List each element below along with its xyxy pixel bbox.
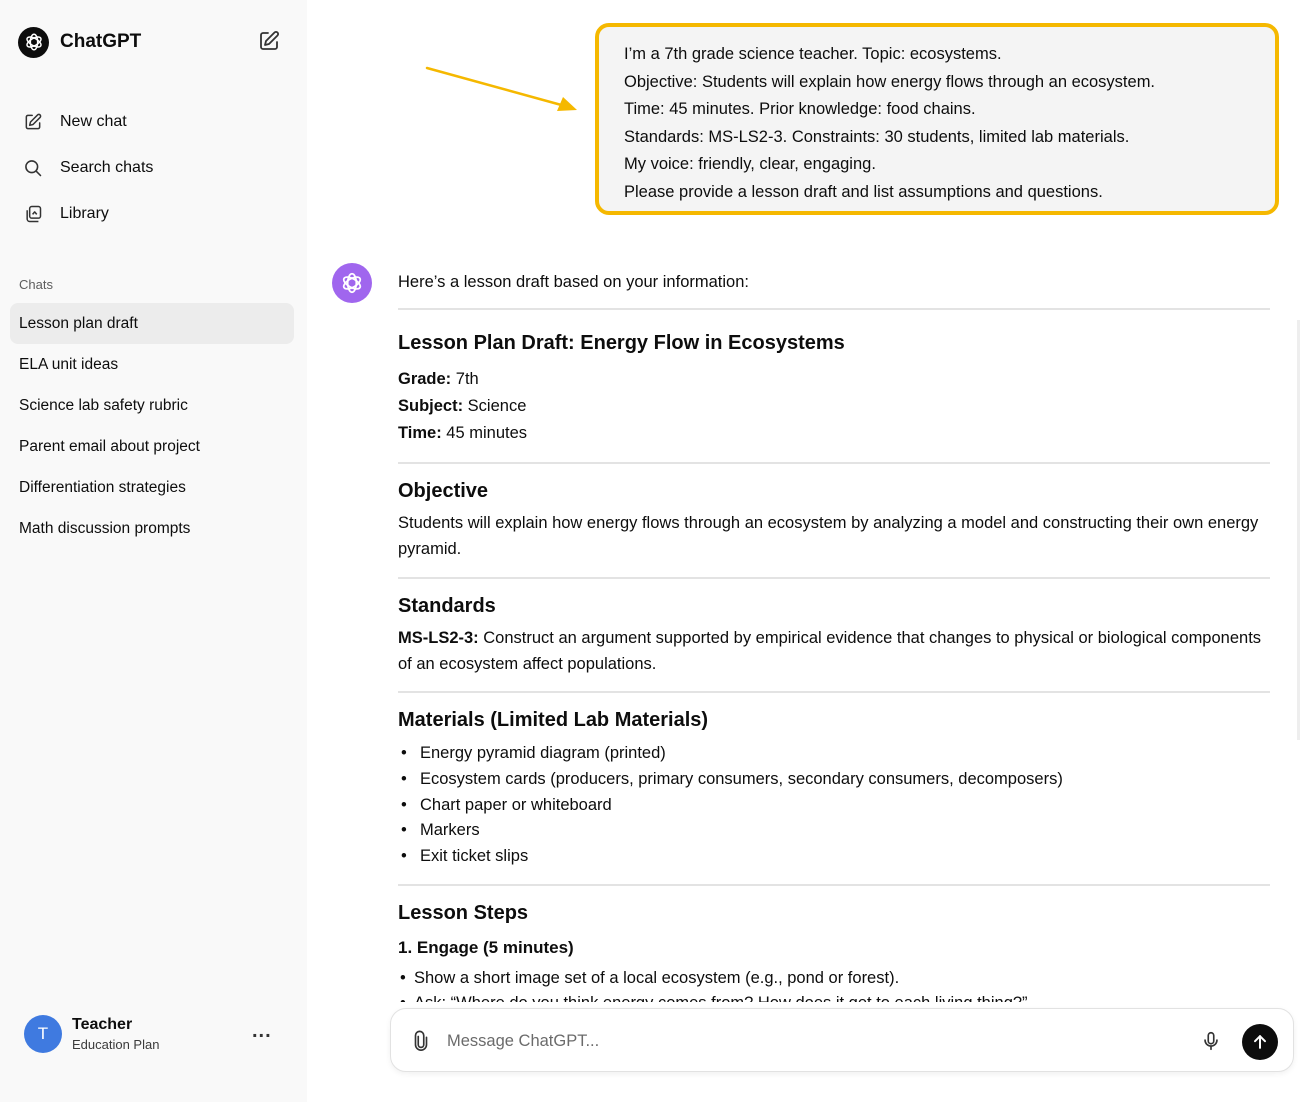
search-icon	[22, 157, 44, 179]
search-chats-label: Search chats	[60, 159, 154, 176]
field-label: Subject:	[398, 397, 464, 415]
objective-heading: Objective	[398, 480, 489, 502]
standards-text: MS-LS2-3: Construct an argument supporte…	[398, 625, 1270, 677]
user-message-line: Please provide a lesson draft and list a…	[624, 182, 1103, 201]
lesson-field: Time: 45 minutes	[398, 420, 1270, 447]
standard-description: Construct an argument supported by empir…	[398, 629, 1262, 673]
library-icon	[22, 203, 44, 225]
divider	[398, 691, 1270, 693]
library-label: Library	[60, 205, 109, 222]
field-label: Time:	[398, 424, 442, 442]
materials-heading: Materials (Limited Lab Materials)	[398, 709, 709, 731]
list-item: Ecosystem cards (producers, primary cons…	[398, 767, 1270, 793]
microphone-icon[interactable]	[1199, 1029, 1223, 1053]
message-input[interactable]	[447, 1023, 1167, 1059]
divider	[398, 308, 1270, 310]
field-value: Science	[463, 397, 527, 415]
openai-logo-icon	[18, 26, 49, 58]
brand[interactable]: ChatGPT	[18, 26, 141, 58]
chat-item-science-lab-safety-rubric[interactable]: Science lab safety rubric	[10, 385, 294, 426]
user-message-line: My voice: friendly, clear, engaging.	[624, 155, 876, 174]
user-message-line: I’m a 7th grade science teacher. Topic: …	[624, 45, 1002, 63]
more-options-icon[interactable]: ...	[252, 1020, 272, 1043]
sidebar-nav: New chat Search chats Library	[10, 100, 294, 238]
chat-item-differentiation-strategies[interactable]: Differentiation strategies	[10, 467, 294, 508]
search-chats-button[interactable]: Search chats	[10, 146, 294, 190]
message-composer	[390, 1008, 1294, 1072]
lesson-fields: Grade: 7th Subject: Science Time: 45 min…	[398, 366, 1270, 447]
chat-item-parent-email[interactable]: Parent email about project	[10, 426, 294, 467]
user-name: Teacher	[72, 1016, 133, 1033]
engage-steps-list: Show a short image set of a local ecosys…	[398, 966, 1270, 1002]
chat-history-list: Lesson plan draft ELA unit ideas Science…	[10, 303, 294, 549]
chat-item-lesson-plan-draft[interactable]: Lesson plan draft	[10, 303, 294, 344]
highlight-arrow	[425, 66, 577, 111]
objective-text: Students will explain how energy flows t…	[398, 514, 1259, 558]
user-plan: Education Plan	[72, 1037, 160, 1052]
user-info: Teacher Education Plan	[72, 1016, 159, 1052]
new-chat-button[interactable]: New chat	[10, 100, 294, 144]
materials-list: Energy pyramid diagram (printed) Ecosyst…	[398, 741, 1270, 870]
list-item: Markers	[398, 818, 1270, 844]
standards-heading: Standards	[398, 595, 496, 617]
library-button[interactable]: Library	[10, 192, 294, 236]
avatar: T	[24, 1015, 62, 1053]
new-chat-icon	[22, 111, 44, 133]
chat-main: I’m a 7th grade science teacher. Topic: …	[307, 0, 1300, 1102]
paperclip-icon[interactable]	[409, 1029, 433, 1053]
assistant-message: Here’s a lesson draft based on your info…	[398, 268, 1270, 1002]
user-message-line: Time: 45 minutes. Prior knowledge: food …	[624, 100, 976, 119]
divider	[398, 462, 1270, 464]
arrow-up-icon	[1254, 1035, 1266, 1049]
chat-item-ela-unit-ideas[interactable]: ELA unit ideas	[10, 344, 294, 385]
divider	[398, 883, 1270, 886]
list-item: Energy pyramid diagram (printed)	[398, 741, 1270, 767]
new-chat-label: New chat	[60, 113, 127, 130]
lesson-field: Subject: Science	[398, 393, 1270, 420]
user-message-line: Objective: Students will explain how ene…	[624, 72, 1156, 91]
user-message-line: Standards: MS-LS2-3. Constraints: 30 stu…	[624, 127, 1130, 146]
list-item: Chart paper or whiteboard	[398, 793, 1270, 819]
sidebar: ChatGPT New chat Search chats Library Ch…	[0, 0, 307, 1102]
lesson-field: Grade: 7th	[398, 366, 1270, 393]
list-item: Ask: “Where do you think energy comes fr…	[398, 991, 1270, 1002]
lesson-steps-heading: Lesson Steps	[398, 901, 529, 924]
field-value: 7th	[451, 370, 479, 388]
assistant-intro: Here’s a lesson draft based on your info…	[398, 273, 749, 291]
compose-icon[interactable]	[256, 28, 282, 54]
field-label: Grade:	[398, 370, 452, 388]
assistant-avatar-icon	[332, 263, 372, 303]
field-value: 45 minutes	[441, 424, 528, 442]
chat-item-math-discussion-prompts[interactable]: Math discussion prompts	[10, 508, 294, 549]
chats-heading: Chats	[19, 277, 53, 292]
standard-code: MS-LS2-3:	[398, 629, 479, 647]
user-message-bubble: I’m a 7th grade science teacher. Topic: …	[595, 23, 1279, 215]
user-profile[interactable]: T Teacher Education Plan ...	[24, 1010, 284, 1058]
step-engage-heading: 1. Engage (5 minutes)	[398, 937, 574, 957]
divider	[398, 577, 1270, 579]
list-item: Exit ticket slips	[398, 844, 1270, 870]
brand-name: ChatGPT	[60, 31, 142, 52]
send-button[interactable]	[1242, 1024, 1278, 1060]
lesson-title: Lesson Plan Draft: Energy Flow in Ecosys…	[398, 332, 845, 354]
list-item: Show a short image set of a local ecosys…	[398, 966, 1270, 991]
